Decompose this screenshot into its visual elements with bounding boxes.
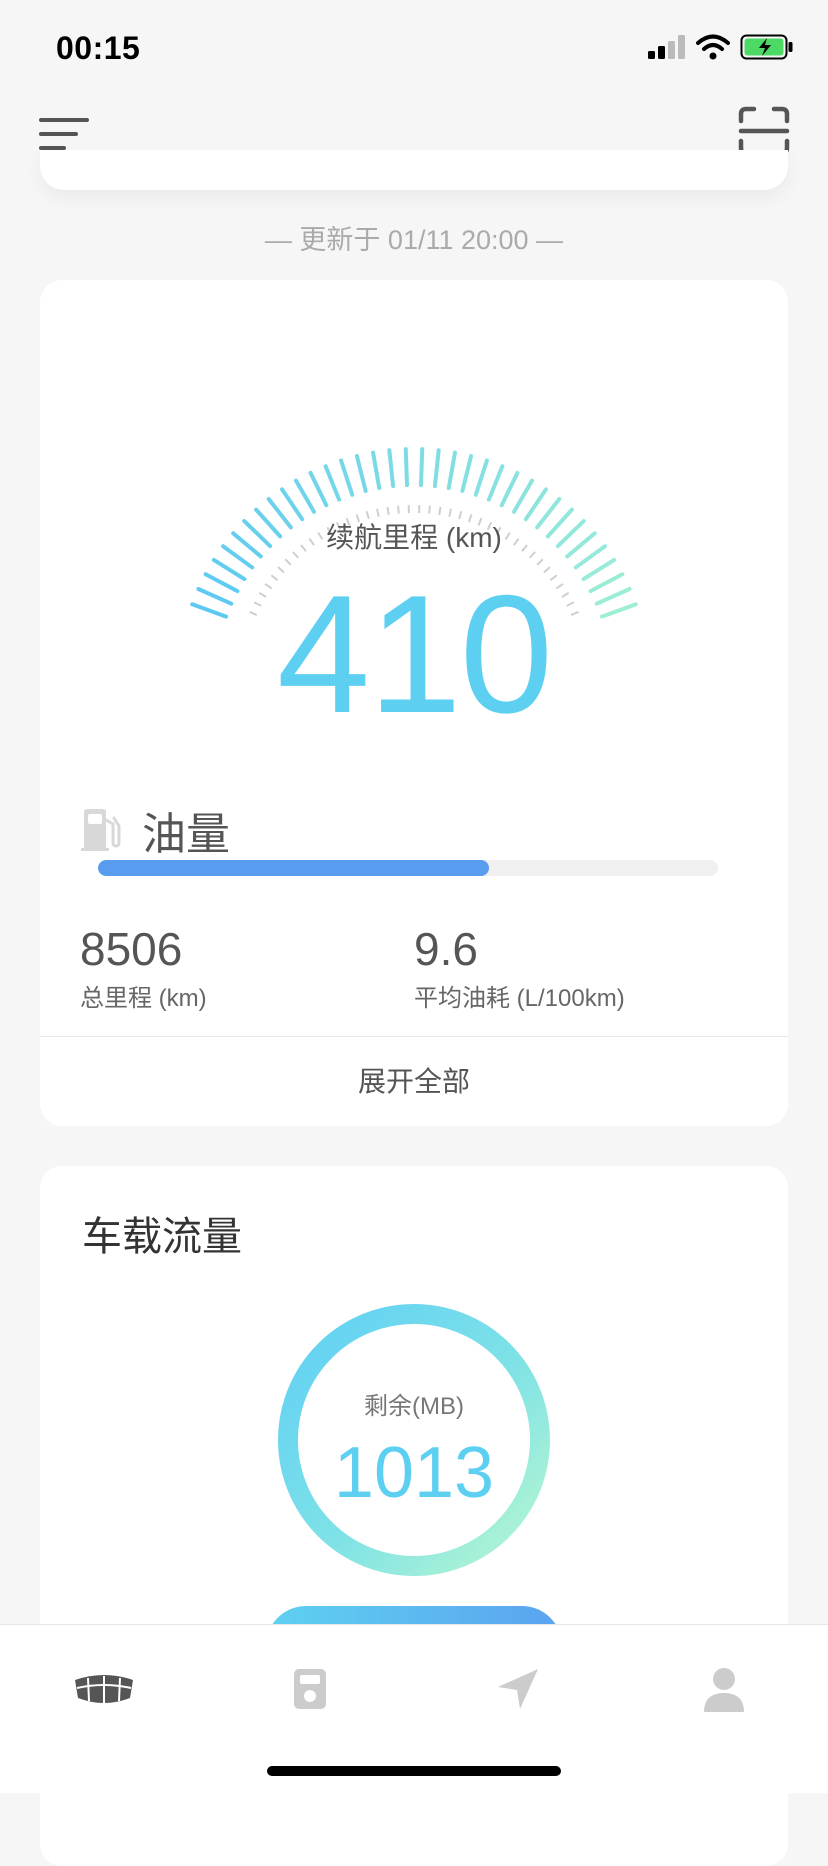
car-logo-icon <box>72 1672 136 1706</box>
gauge-tick-major <box>357 456 366 491</box>
signal-icon <box>648 35 686 59</box>
gauge-tick-major <box>406 449 407 485</box>
traffic-title: 车载流量 <box>82 1204 242 1262</box>
gauge-tick-major <box>311 473 327 505</box>
total-mileage-stat: 8506 总里程 (km) <box>80 922 207 1013</box>
gauge-tick-major <box>296 481 314 512</box>
gauge-tick-major <box>373 453 379 488</box>
gauge-tick-major <box>514 481 532 512</box>
gauge-tick-minor <box>388 507 389 515</box>
fuel-pump-icon <box>80 808 122 852</box>
gauge-tick-major <box>389 450 393 486</box>
fuel-card-icon <box>292 1667 328 1711</box>
gauge-tick-minor <box>398 506 399 514</box>
tab-fuel-card[interactable] <box>250 1657 370 1721</box>
tab-profile[interactable] <box>664 1657 784 1721</box>
range-card: 续航里程 (km) 410 油量 8506 总里程 (km) 9.6 平均油耗 … <box>40 280 788 1126</box>
remaining-label: 剩余(MB) <box>274 1386 554 1421</box>
gauge-tick-major <box>526 489 546 519</box>
range-value: 410 <box>40 570 788 738</box>
battery-charging-icon <box>740 34 794 60</box>
update-timestamp: — 更新于 01/11 20:00 — <box>0 218 828 257</box>
expand-all-button[interactable]: 展开全部 <box>40 1038 788 1126</box>
gauge-tick-major <box>502 473 518 505</box>
range-label: 续航里程 (km) <box>40 516 788 556</box>
avg-fuel-value: 9.6 <box>414 922 625 976</box>
gauge-tick-major <box>476 461 487 495</box>
previous-card-edge <box>40 150 788 190</box>
total-mileage-value: 8506 <box>80 922 207 976</box>
status-time: 00:15 <box>56 30 140 67</box>
fuel-row: 油量 <box>80 798 230 862</box>
scan-icon[interactable] <box>738 106 790 156</box>
gauge-tick-major <box>435 450 439 486</box>
gauge-tick-major <box>326 466 339 499</box>
gauge-tick-major <box>462 456 471 491</box>
gauge-tick-major <box>341 461 352 495</box>
total-mileage-label: 总里程 (km) <box>80 978 207 1013</box>
status-bar: 00:15 <box>0 0 828 96</box>
fuel-label: 油量 <box>142 798 230 862</box>
gauge-tick-minor <box>429 506 430 514</box>
card-divider <box>40 1036 788 1037</box>
gauge-tick-major <box>449 453 455 488</box>
avg-fuel-label: 平均油耗 (L/100km) <box>414 978 625 1013</box>
gauge-tick-major <box>489 466 502 499</box>
avg-fuel-stat: 9.6 平均油耗 (L/100km) <box>414 922 625 1013</box>
tab-navigation[interactable] <box>458 1657 578 1721</box>
tab-home[interactable] <box>44 1657 164 1721</box>
fuel-level-fill <box>98 860 489 876</box>
gauge-tick-minor <box>439 507 440 515</box>
fuel-level-bar <box>98 860 718 876</box>
remaining-value: 1013 <box>274 1432 554 1514</box>
gauge-tick-major <box>282 489 302 519</box>
status-icons <box>648 34 794 60</box>
navigation-icon <box>496 1667 540 1711</box>
user-icon <box>703 1666 745 1712</box>
home-indicator <box>267 1766 561 1776</box>
gauge-tick-major <box>421 449 422 485</box>
wifi-icon <box>696 34 730 60</box>
